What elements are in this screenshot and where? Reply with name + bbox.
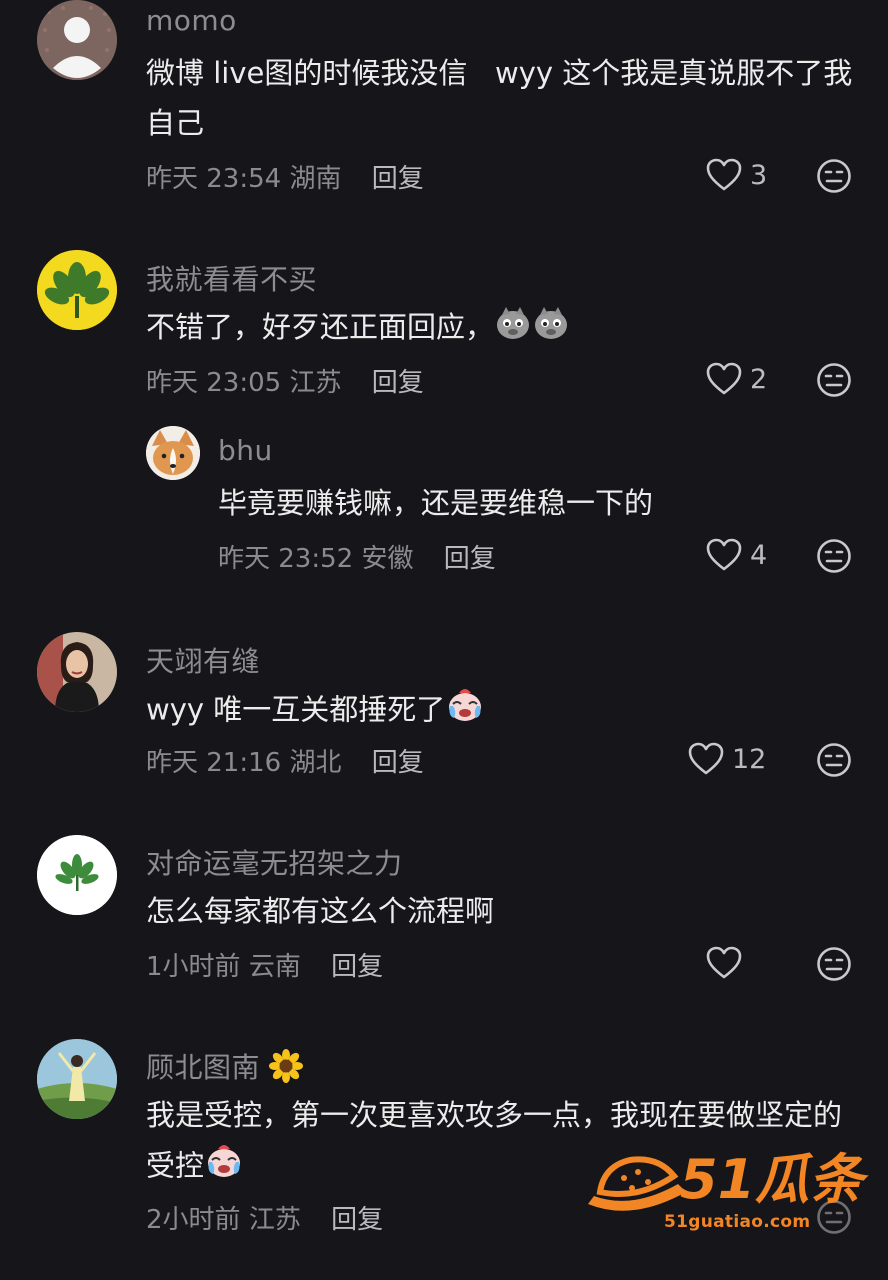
avatar[interactable] [37,1039,117,1119]
comment-time: 昨天 23:05 [146,368,282,398]
heart-icon [688,742,724,775]
corgi-icon [146,426,200,480]
like-button[interactable]: 2 [706,362,767,396]
meh-face-icon [817,159,851,193]
username-text: 顾北图南 [146,1051,261,1084]
comment-text: 不错了，好歹还正面回应， [146,302,866,356]
comment-time: 昨天 21:16 [146,748,282,778]
like-button[interactable]: 4 [706,538,767,572]
crying-emoji [204,1140,244,1195]
sunflower-emoji [269,1048,304,1090]
like-count: 3 [750,159,768,191]
dislike-button[interactable] [816,362,852,402]
watermark-domain: 51guatiao.com [664,1212,811,1232]
reply-button[interactable]: 回复 [331,952,383,982]
username[interactable]: 对命运毫无招架之力 [146,842,403,882]
comment-text: 毕竟要赚钱嘛，还是要维稳一下的 [218,486,654,520]
dislike-button[interactable] [816,538,852,578]
avatar[interactable] [37,632,117,712]
watermark: 51瓜条 51guatiao.com [582,1148,863,1244]
username[interactable]: momo [146,4,237,37]
reply-button[interactable]: 回复 [372,164,424,194]
comment-text-body: wyy 唯一互关都捶死了 [146,692,446,727]
comment-text-body: 不错了，好歹还正面回应， [146,310,495,344]
comment-location: 湖南 [289,164,342,194]
like-count: 12 [732,743,767,775]
heart-icon [706,158,742,191]
avatar[interactable] [146,426,200,480]
meh-face-icon [817,363,851,397]
reply-button[interactable]: 回复 [372,368,424,398]
like-button[interactable]: 3 [706,158,767,192]
comment-location: 湖北 [289,748,342,778]
heart-icon [706,362,742,395]
username[interactable]: bhu [218,434,273,467]
comment-text: 微博 live图的时候我没信 wyy 这个我是真说服不了我自己 [146,56,853,140]
comment-text: 怎么每家都有这么个流程啊 [146,894,495,928]
avatar[interactable] [37,250,117,330]
like-count: 4 [750,539,768,571]
like-button[interactable] [706,946,750,980]
comment-meta: 昨天 23:05 江苏 回复 [146,362,424,399]
reply-button[interactable]: 回复 [444,544,496,574]
comment-meta: 昨天 21:16 湖北 回复 [146,742,424,779]
comment-location: 云南 [248,952,301,982]
comment-time: 1小时前 [146,952,241,982]
meh-face-icon [817,947,851,981]
comment-meta: 1小时前 云南 回复 [146,946,383,983]
crying-emoji [445,684,485,739]
avatar[interactable] [37,835,117,915]
leaf-icon [37,835,117,915]
meh-face-icon [817,539,851,573]
reply-button[interactable]: 回复 [372,748,424,778]
meh-face-icon [817,743,851,777]
watermark-brand: 51瓜条 [680,1148,864,1211]
portrait-photo [37,632,117,712]
plant-icon [37,250,117,330]
comment-time: 昨天 23:52 [218,544,354,574]
comment-meta: 2小时前 江苏 回复 [146,1199,383,1236]
heart-icon [706,538,742,571]
comment-time: 昨天 23:54 [146,164,282,194]
username[interactable]: 顾北图南 [146,1046,304,1090]
doge-emoji [532,303,570,356]
comment-text: wyy 唯一互关都捶死了 [146,684,866,739]
dislike-button[interactable] [816,158,852,198]
heart-icon [706,946,742,979]
username[interactable]: 天翊有缝 [146,640,260,680]
avatar[interactable] [37,0,117,80]
dislike-button[interactable] [816,742,852,782]
comment-time: 2小时前 [146,1205,241,1235]
dislike-button[interactable] [816,946,852,986]
doge-emoji [494,303,532,356]
reply-button[interactable]: 回复 [331,1205,383,1235]
comment-location: 江苏 [248,1205,301,1235]
comment-location: 江苏 [289,368,342,398]
like-button[interactable]: 12 [688,742,766,776]
landscape-photo [37,1039,117,1119]
like-count: 2 [750,363,768,395]
username[interactable]: 我就看看不买 [146,258,317,298]
comment-location: 安徽 [361,544,414,574]
comment-meta: 昨天 23:52 安徽 回复 [218,538,496,575]
default-user-icon [37,0,117,80]
comment-meta: 昨天 23:54 湖南 回复 [146,158,424,195]
